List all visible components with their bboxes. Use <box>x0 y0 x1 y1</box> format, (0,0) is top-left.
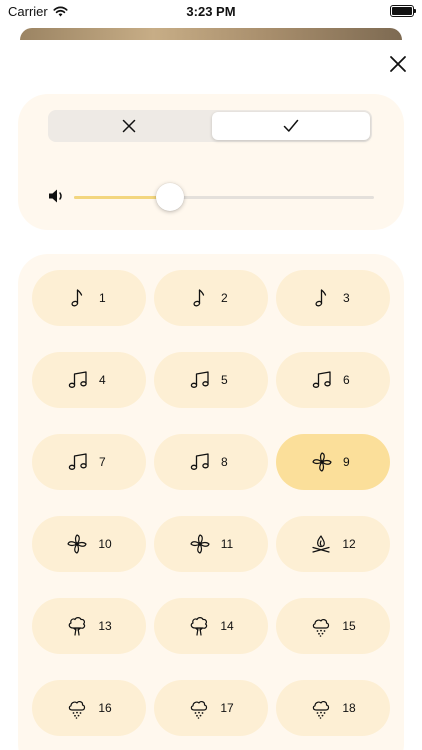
sound-button-14[interactable]: 14 <box>154 598 268 654</box>
sound-label: 11 <box>220 537 234 551</box>
music-notes-icon <box>189 451 211 473</box>
battery-icon <box>390 5 416 17</box>
music-note-icon <box>189 287 211 309</box>
checkmark-icon <box>283 119 299 132</box>
rain-cloud-icon <box>310 615 332 637</box>
sound-label: 17 <box>220 701 234 715</box>
sound-button-15[interactable]: 15 <box>276 598 390 654</box>
sound-button-4[interactable]: 4 <box>32 352 146 408</box>
music-notes-icon <box>67 451 89 473</box>
rain-cloud-icon <box>66 697 88 719</box>
playback-controls-card <box>18 94 404 230</box>
status-bar: Carrier 3:23 PM <box>0 0 422 24</box>
sound-button-5[interactable]: 5 <box>154 352 268 408</box>
close-icon <box>390 56 406 72</box>
music-note-icon <box>67 287 89 309</box>
music-notes-icon <box>67 369 89 391</box>
sound-label: 3 <box>343 291 350 305</box>
sound-label: 7 <box>99 455 106 469</box>
sound-button-9[interactable]: 9 <box>276 434 390 490</box>
sound-label: 12 <box>342 537 356 551</box>
music-notes-icon <box>311 369 333 391</box>
sound-label: 6 <box>343 373 350 387</box>
sound-settings-sheet: 1 2 3 4 5 6 7 8 9 10 11 12 13 14 15 16 17 18 <box>0 40 422 750</box>
sound-button-11[interactable]: 11 <box>154 516 268 572</box>
screen: Carrier 3:23 PM 1 2 3 4 5 6 7 8 9 10 11 … <box>0 0 422 750</box>
sound-button-10[interactable]: 10 <box>32 516 146 572</box>
fan-icon <box>66 533 88 555</box>
sound-label: 5 <box>221 373 228 387</box>
tree-icon <box>66 615 88 637</box>
sounds-card: 1 2 3 4 5 6 7 8 9 10 11 12 13 14 15 16 17 18 <box>18 254 404 750</box>
sound-label: 10 <box>98 537 112 551</box>
segment-enable[interactable] <box>212 112 370 140</box>
sound-button-13[interactable]: 13 <box>32 598 146 654</box>
segmented-control <box>48 110 372 142</box>
campfire-icon <box>310 533 332 555</box>
sound-button-18[interactable]: 18 <box>276 680 390 736</box>
fan-icon <box>311 451 333 473</box>
sound-button-2[interactable]: 2 <box>154 270 268 326</box>
sound-label: 4 <box>99 373 106 387</box>
sound-label: 13 <box>98 619 112 633</box>
speaker-icon <box>49 189 62 203</box>
sound-label: 15 <box>342 619 356 633</box>
sound-label: 9 <box>343 455 350 469</box>
sound-button-8[interactable]: 8 <box>154 434 268 490</box>
rain-cloud-icon <box>310 697 332 719</box>
sound-button-6[interactable]: 6 <box>276 352 390 408</box>
sound-button-1[interactable]: 1 <box>32 270 146 326</box>
segment-disable[interactable] <box>50 112 208 140</box>
rain-cloud-icon <box>188 697 210 719</box>
sound-button-7[interactable]: 7 <box>32 434 146 490</box>
music-notes-icon <box>189 369 211 391</box>
sound-label: 18 <box>342 701 356 715</box>
sound-button-12[interactable]: 12 <box>276 516 390 572</box>
status-time: 3:23 PM <box>186 4 236 19</box>
tree-icon <box>188 615 210 637</box>
sound-label: 14 <box>220 619 234 633</box>
sound-label: 2 <box>221 291 228 305</box>
sound-button-17[interactable]: 17 <box>154 680 268 736</box>
music-note-icon <box>311 287 333 309</box>
close-button[interactable] <box>388 54 408 74</box>
sound-button-16[interactable]: 16 <box>32 680 146 736</box>
sound-label: 8 <box>221 455 228 469</box>
volume-slider-thumb[interactable] <box>156 183 184 211</box>
xmark-icon <box>122 119 136 133</box>
sound-label: 16 <box>98 701 112 715</box>
sound-button-3[interactable]: 3 <box>276 270 390 326</box>
fan-icon <box>189 533 211 555</box>
sound-label: 1 <box>99 291 106 305</box>
volume-control <box>48 182 374 212</box>
